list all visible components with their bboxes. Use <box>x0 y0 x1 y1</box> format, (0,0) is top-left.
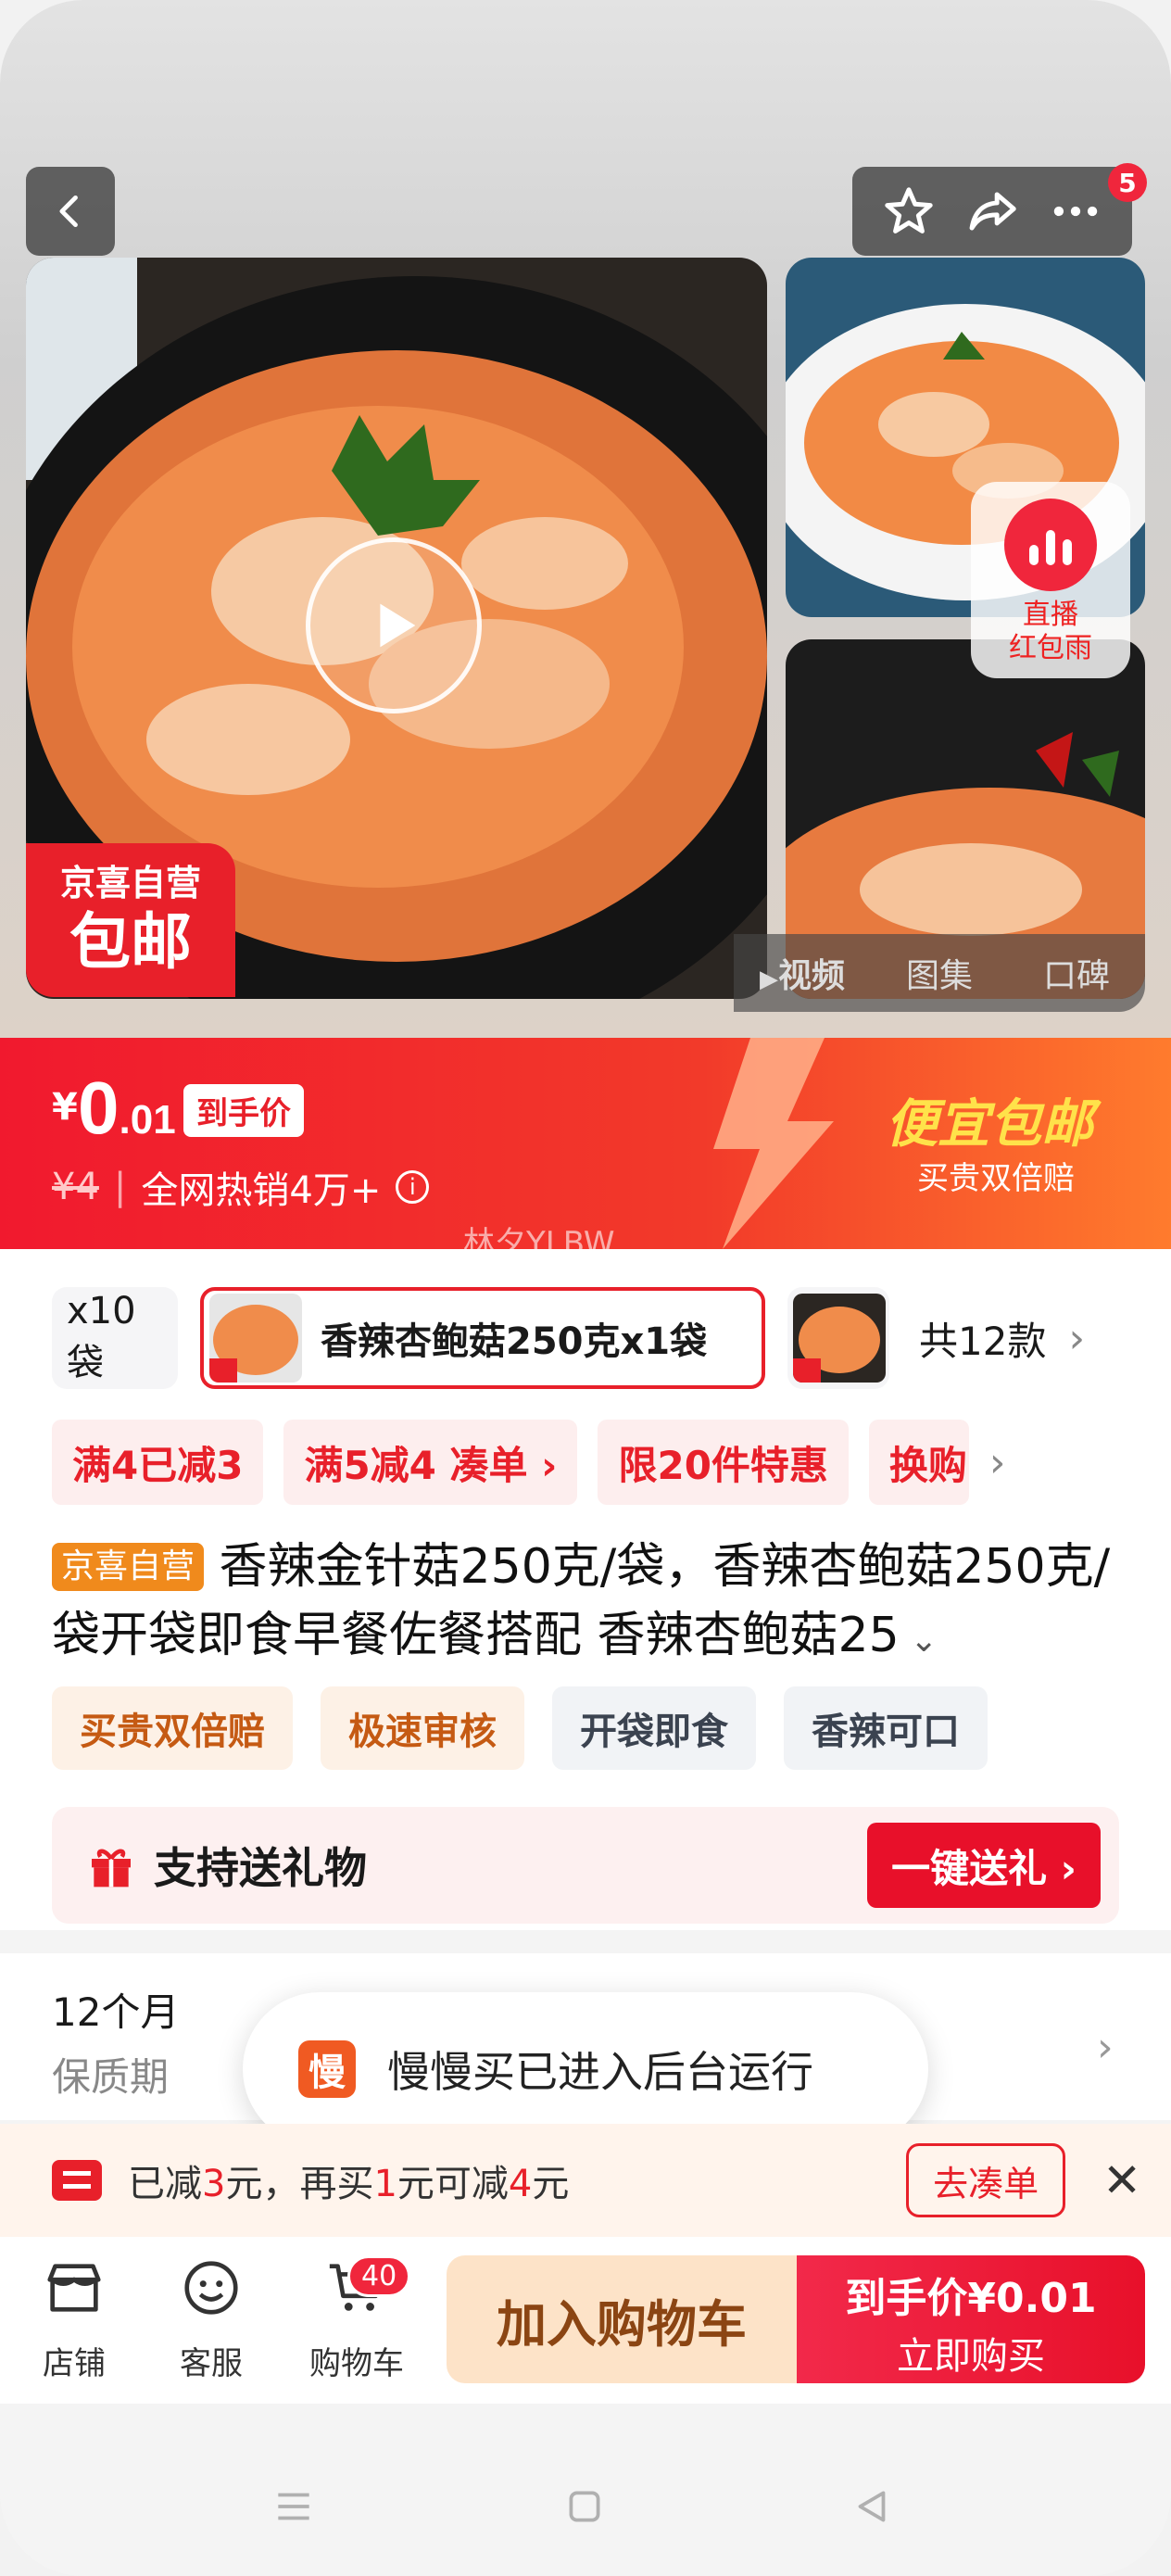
shelf-life-label: 保质期 <box>52 2054 170 2100</box>
live-label-1: 直播 <box>1023 599 1078 631</box>
chevron-left-icon <box>59 195 78 228</box>
service-icon <box>184 2261 238 2315</box>
feature-tag[interactable]: 开袋即食 <box>552 1686 756 1770</box>
price-currency: ¥ <box>52 1086 78 1129</box>
shop-label: 店铺 <box>43 2345 106 2382</box>
chevron-right-icon[interactable]: › <box>989 1439 1006 1486</box>
live-icon <box>1004 499 1097 591</box>
buy-price: 到手价¥0.01 <box>845 2275 1097 2322</box>
feature-tag[interactable]: 买贵双倍赔 <box>52 1686 293 1770</box>
live-redpacket-float[interactable]: 直播 红包雨 <box>971 482 1130 678</box>
top-action-group <box>852 167 1132 256</box>
self-operated-shipping-badge: 京喜自营 包邮 <box>26 843 235 997</box>
gift-label: 支持送礼物 <box>154 1843 367 1893</box>
badge-line1: 京喜自营 <box>59 863 201 903</box>
app-icon: 慢 <box>298 2040 356 2098</box>
buy-label: 立即购买 <box>897 2335 1045 2378</box>
more-icon[interactable] <box>1047 183 1104 240</box>
shelf-life-value: 12个月 <box>52 1989 180 2035</box>
coupon-item[interactable]: 换购 <box>868 1420 969 1505</box>
feature-tags: 买贵双倍赔 极速审核 开袋即食 香辣可口 <box>52 1686 988 1770</box>
promo-subtitle: 买贵双倍赔 <box>917 1160 1075 1197</box>
expand-icon[interactable]: ⌄ <box>900 1622 938 1660</box>
coupon-row: 满4已减3 满5减4 凑单 › 限20件特惠 换购 › <box>52 1420 1145 1505</box>
chevron-right-icon[interactable]: › <box>1068 1315 1085 1362</box>
back-button[interactable] <box>26 167 115 256</box>
gallery-tabs: ▶视频 图集 口碑 <box>734 934 1145 1012</box>
sales-count: 全网热销4万+ <box>141 1169 382 1212</box>
lightning-decoration <box>713 1038 834 1249</box>
feature-tag[interactable]: 香辣可口 <box>784 1686 988 1770</box>
variant-option[interactable]: x10袋 <box>52 1287 178 1389</box>
add-more-button[interactable]: 去凑单 <box>906 2143 1066 2217</box>
share-icon[interactable] <box>963 183 1021 240</box>
variant-selector: x10袋 香辣杏鲍菇250克x1袋 共12款 › <box>52 1284 1145 1392</box>
close-icon[interactable]: ✕ <box>1102 2153 1141 2207</box>
product-page: 5 京喜自营 包邮 直播 红包雨 ▶视频 图集 口碑 ¥ 0.01 到手价 ¥4… <box>0 0 1171 2576</box>
variant-option-selected[interactable]: 香辣杏鲍菇250克x1袋 <box>200 1287 765 1389</box>
gift-icon <box>92 1849 131 1888</box>
discount-text: 已减3元，再买1元可减4元 <box>128 2163 570 2205</box>
original-price: ¥4 <box>52 1166 99 1208</box>
variant-thumbnail <box>793 1294 886 1383</box>
badge-line2: 包邮 <box>69 906 192 978</box>
chevron-right-icon[interactable]: › <box>1097 2024 1114 2071</box>
final-price-tag: 到手价 <box>183 1084 304 1137</box>
variant-option[interactable] <box>787 1287 889 1389</box>
back-nav-icon[interactable] <box>849 2483 895 2530</box>
shop-button[interactable]: 店铺 <box>19 2255 130 2383</box>
coupon-item[interactable]: 满4已减3 <box>52 1420 264 1505</box>
tab-video[interactable]: ▶视频 <box>734 949 871 997</box>
store-tag: 京喜自营 <box>52 1543 205 1591</box>
live-label-2: 红包雨 <box>1009 632 1092 664</box>
customer-service-button[interactable]: 客服 <box>156 2255 267 2383</box>
tab-album[interactable]: 图集 <box>871 949 1008 997</box>
star-icon[interactable] <box>880 183 938 240</box>
product-gallery: 5 京喜自营 包邮 直播 红包雨 ▶视频 图集 口碑 <box>0 0 1171 1038</box>
add-to-cart-button[interactable]: 加入购物车 <box>447 2255 797 2383</box>
play-video-button[interactable] <box>306 537 482 713</box>
discount-bar: 已减3元，再买1元可减4元 去凑单 ✕ <box>0 2124 1171 2237</box>
product-info-section: x10袋 香辣杏鲍菇250克x1袋 共12款 › 满4已减3 满5减4 凑单 ›… <box>0 1249 1171 1930</box>
info-icon[interactable]: i <box>396 1170 430 1204</box>
product-title[interactable]: 京喜自营 香辣金针菇250克/袋，香辣杏鲍菇250克/袋开袋即食早餐佐餐搭配 香… <box>52 1533 1127 1675</box>
variant-total[interactable]: 共12款 <box>919 1310 1046 1367</box>
home-icon[interactable] <box>561 2483 608 2530</box>
tab-reviews[interactable]: 口碑 <box>1008 949 1145 997</box>
menu-icon[interactable] <box>271 2483 317 2530</box>
watermark-text: 林夕YLBW <box>463 1225 615 1249</box>
product-title-text: 香辣金针菇250克/袋，香辣杏鲍菇250克/袋开袋即食早餐佐餐搭配 香辣杏鲍菇2… <box>52 1539 1111 1663</box>
price-amount: 0.01 <box>78 1067 176 1149</box>
message-count-badge: 5 <box>1108 163 1147 202</box>
variant-thumbnail <box>209 1294 302 1383</box>
service-label: 客服 <box>180 2345 243 2382</box>
price-banner: ¥ 0.01 到手价 ¥4 | 全网热销4万+ i 便宜包邮 买贵双倍赔 林夕Y… <box>0 1038 1171 1249</box>
play-icon <box>380 603 416 648</box>
feature-tag[interactable]: 极速审核 <box>321 1686 524 1770</box>
coupon-item[interactable]: 满5减4 凑单 › <box>283 1420 578 1505</box>
coupon-item[interactable]: 限20件特惠 <box>598 1420 849 1505</box>
toast-text: 慢慢买已进入后台运行 <box>387 2047 813 2097</box>
cart-count-badge: 40 <box>347 2255 411 2297</box>
promo-title: 便宜包邮 <box>886 1094 1093 1155</box>
cart-label: 购物车 <box>309 2345 404 2382</box>
shop-icon <box>47 2264 101 2312</box>
coupon-icon <box>52 2160 102 2201</box>
gift-section: 支持送礼物 一键送礼 › <box>52 1807 1119 1924</box>
send-gift-button[interactable]: 一键送礼 › <box>867 1823 1101 1908</box>
price-sub-line: ¥4 | 全网热销4万+ i <box>52 1160 430 1214</box>
buy-now-button[interactable]: 到手价¥0.01 立即购买 <box>797 2255 1145 2383</box>
